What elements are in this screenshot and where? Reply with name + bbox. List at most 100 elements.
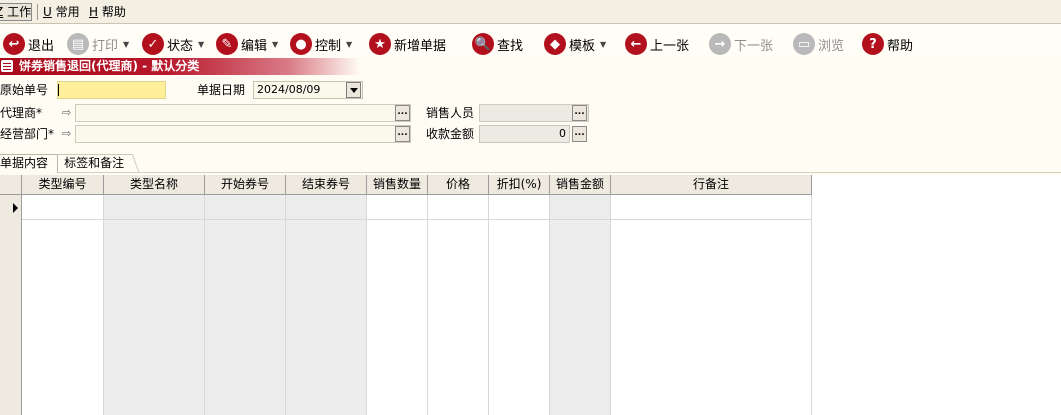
tab-document-content[interactable]: 单据内容 bbox=[0, 154, 58, 173]
grid-corner bbox=[0, 175, 22, 195]
browse-button[interactable]: ▭ 浏览 bbox=[793, 32, 844, 56]
tab-bar: 单据内容 标签和备注 bbox=[0, 153, 1061, 173]
exit-button[interactable]: ↩ 退出 bbox=[3, 32, 54, 56]
menu-help-key: H bbox=[89, 5, 99, 19]
column-end-number[interactable] bbox=[286, 195, 367, 415]
original-number-label: 原始单号 bbox=[0, 83, 49, 97]
sales-person-label: 销售人员 bbox=[426, 106, 475, 120]
edit-label: 编辑 bbox=[241, 38, 268, 54]
help-label: 帮助 bbox=[887, 38, 914, 54]
toolbar: ↩ 退出 ▤ 打印 ▼ ✓ 状态 ▼ ✎ 编辑 ▼ ● 控制 ▼ ★ 新增单据 … bbox=[0, 24, 1061, 58]
column-header-discount[interactable]: 折扣(%) bbox=[489, 175, 550, 195]
new-document-label: 新增单据 bbox=[394, 38, 447, 54]
text-cursor bbox=[58, 84, 59, 96]
column-header-start-number[interactable]: 开始券号 bbox=[205, 175, 286, 195]
template-button[interactable]: ◆ 模板 ▼ bbox=[544, 32, 606, 56]
print-label: 打印 bbox=[92, 38, 119, 54]
original-number-input[interactable] bbox=[57, 81, 166, 99]
next-label: 下一张 bbox=[734, 38, 774, 54]
chevron-down-icon: ▼ bbox=[346, 39, 353, 49]
check-icon: ✓ bbox=[142, 33, 164, 55]
department-lookup-button[interactable]: ... bbox=[395, 126, 410, 142]
menu-work[interactable]: Z 工作 bbox=[0, 3, 33, 21]
sales-person-lookup-button[interactable]: ... bbox=[572, 105, 587, 121]
edit-button[interactable]: ✎ 编辑 ▼ bbox=[216, 32, 278, 56]
chevron-down-icon: ▼ bbox=[198, 39, 205, 49]
column-header-type-code[interactable]: 类型编号 bbox=[22, 175, 104, 195]
next-button[interactable]: → 下一张 bbox=[709, 32, 773, 56]
arrow-left-icon: ← bbox=[625, 33, 647, 55]
star-icon: ★ bbox=[369, 33, 391, 55]
exit-label: 退出 bbox=[28, 38, 55, 54]
column-type-code[interactable] bbox=[22, 195, 104, 415]
menu-common-key: U bbox=[43, 5, 52, 19]
agent-input[interactable] bbox=[75, 104, 411, 122]
chevron-down-icon: ▼ bbox=[272, 39, 279, 49]
row-indicator-column bbox=[0, 195, 22, 415]
find-button[interactable]: 🔍 查找 bbox=[472, 32, 523, 56]
menu-bar: Z 工作 U 常用 H 帮助 bbox=[0, 0, 1061, 24]
tab-tags-and-notes-label: 标签和备注 bbox=[64, 156, 125, 170]
find-label: 查找 bbox=[497, 38, 524, 54]
chevron-down-icon: ▼ bbox=[123, 39, 130, 49]
status-label: 状态 bbox=[167, 38, 194, 54]
browse-label: 浏览 bbox=[818, 38, 845, 54]
search-icon: 🔍 bbox=[472, 33, 494, 55]
status-button[interactable]: ✓ 状态 ▼ bbox=[142, 32, 204, 56]
column-header-end-number[interactable]: 结束券号 bbox=[286, 175, 367, 195]
template-label: 模板 bbox=[569, 38, 596, 54]
control-button[interactable]: ● 控制 ▼ bbox=[290, 32, 352, 56]
date-dropdown-button[interactable] bbox=[346, 82, 361, 98]
column-header-price[interactable]: 价格 bbox=[428, 175, 489, 195]
amount-label: 收款金额 bbox=[426, 127, 475, 141]
menu-common-label: 常用 bbox=[55, 5, 80, 19]
print-button[interactable]: ▤ 打印 ▼ bbox=[67, 32, 129, 56]
department-input[interactable] bbox=[75, 125, 411, 143]
help-button[interactable]: ? 帮助 bbox=[862, 32, 913, 56]
column-header-row-note[interactable]: 行备注 bbox=[611, 175, 812, 195]
arrow-right-icon: ⇨ bbox=[62, 106, 72, 119]
column-type-name[interactable] bbox=[104, 195, 205, 415]
arrow-right-icon: → bbox=[709, 33, 731, 55]
column-price[interactable] bbox=[428, 195, 489, 415]
amount-lookup-button[interactable]: ... bbox=[572, 126, 587, 142]
exit-icon: ↩ bbox=[3, 33, 25, 55]
table-row[interactable] bbox=[22, 219, 811, 220]
user-icon: ● bbox=[290, 33, 312, 55]
chevron-down-icon: ▼ bbox=[600, 39, 607, 49]
window-title-bar: 饼券销售退回(代理商) - 默认分类 bbox=[0, 58, 360, 75]
amount-input[interactable]: 0 bbox=[479, 125, 570, 143]
control-label: 控制 bbox=[315, 38, 342, 54]
column-sales-quantity[interactable] bbox=[367, 195, 428, 415]
previous-button[interactable]: ← 上一张 bbox=[625, 32, 689, 56]
column-header-sales-amount[interactable]: 销售金额 bbox=[550, 175, 611, 195]
list-icon bbox=[1, 60, 13, 72]
column-header-type-name[interactable]: 类型名称 bbox=[104, 175, 205, 195]
column-sales-amount[interactable] bbox=[550, 195, 611, 415]
new-document-button[interactable]: ★ 新增单据 bbox=[369, 32, 446, 56]
menu-help-label: 帮助 bbox=[101, 5, 126, 19]
detail-grid[interactable]: 类型编号 类型名称 开始券号 结束券号 销售数量 价格 折扣(%) 销售金额 行… bbox=[0, 175, 1061, 415]
arrow-right-icon: ⇨ bbox=[62, 127, 72, 140]
agent-lookup-button[interactable]: ... bbox=[395, 105, 410, 121]
menu-work-key: Z bbox=[0, 5, 3, 19]
tab-tags-and-notes[interactable]: 标签和备注 bbox=[57, 154, 140, 172]
window-title: 饼券销售退回(代理商) - 默认分类 bbox=[19, 59, 200, 73]
column-header-sales-quantity[interactable]: 销售数量 bbox=[367, 175, 428, 195]
printer-icon: ▤ bbox=[67, 33, 89, 55]
pencil-icon: ✎ bbox=[216, 33, 238, 55]
agent-label: 代理商* bbox=[0, 106, 43, 120]
column-start-number[interactable] bbox=[205, 195, 286, 415]
menu-work-label: 工作 bbox=[7, 5, 32, 19]
document-date-label: 单据日期 bbox=[197, 83, 246, 97]
question-icon: ? bbox=[862, 33, 884, 55]
current-row-pointer-icon bbox=[13, 203, 18, 213]
department-label: 经营部门* bbox=[0, 127, 55, 141]
menu-common[interactable]: U 常用 bbox=[43, 4, 80, 20]
column-discount[interactable] bbox=[489, 195, 550, 415]
column-row-note[interactable] bbox=[611, 195, 812, 415]
previous-label: 上一张 bbox=[650, 38, 690, 54]
folder-icon: ▭ bbox=[793, 33, 815, 55]
menu-help[interactable]: H 帮助 bbox=[89, 4, 126, 20]
eraser-icon: ◆ bbox=[544, 33, 566, 55]
